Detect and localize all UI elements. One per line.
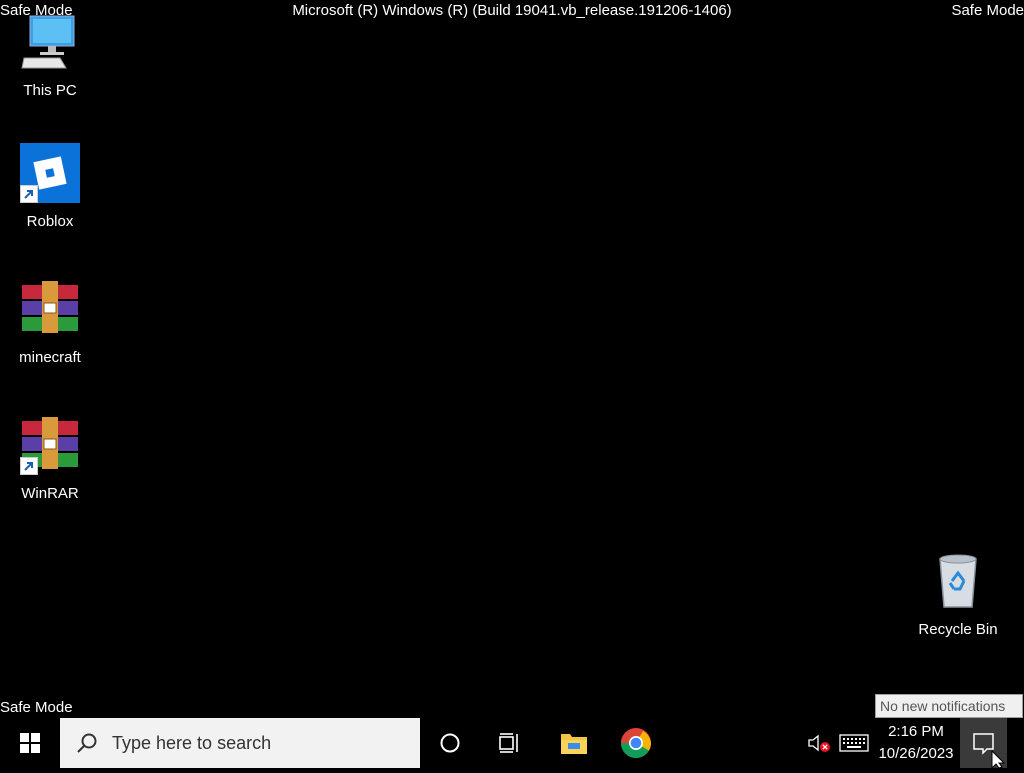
keyboard-icon bbox=[839, 734, 869, 752]
windows-logo-icon bbox=[20, 733, 40, 753]
volume-button[interactable] bbox=[804, 718, 834, 768]
desktop-icon-label: Roblox bbox=[26, 213, 74, 230]
desktop-icon-label: minecraft bbox=[19, 349, 81, 366]
build-info-label: Microsoft (R) Windows (R) (Build 19041.v… bbox=[292, 2, 732, 19]
file-explorer-icon bbox=[561, 734, 587, 754]
cortana-icon bbox=[440, 733, 460, 753]
safe-mode-label-bottom-left: Safe Mode bbox=[0, 699, 73, 716]
winrar-archive-icon bbox=[20, 279, 80, 339]
taskbar: 2:16 PM 10/26/2023 bbox=[0, 718, 1024, 768]
cortana-button[interactable] bbox=[420, 718, 480, 768]
shortcut-arrow-icon bbox=[20, 457, 38, 475]
desktop-icon-label: This PC bbox=[23, 82, 77, 99]
search-box[interactable] bbox=[60, 718, 420, 768]
clock[interactable]: 2:16 PM 10/26/2023 bbox=[872, 718, 960, 768]
desktop-icon-this-pc[interactable]: This PC bbox=[8, 12, 92, 99]
safe-mode-label-top-right: Safe Mode bbox=[951, 2, 1024, 19]
winrar-icon bbox=[20, 415, 80, 475]
desktop-icon-label: WinRAR bbox=[21, 485, 79, 502]
action-center-button[interactable] bbox=[960, 718, 1007, 770]
touch-keyboard-button[interactable] bbox=[836, 718, 872, 768]
mouse-cursor-icon bbox=[991, 749, 1006, 770]
clock-date: 10/26/2023 bbox=[878, 745, 954, 762]
roblox-icon bbox=[20, 143, 80, 203]
desktop-icon-recycle-bin[interactable]: Recycle Bin bbox=[916, 551, 1000, 638]
desktop-icon-winrar[interactable]: WinRAR bbox=[8, 415, 92, 502]
desktop-icon-minecraft[interactable]: minecraft bbox=[8, 279, 92, 366]
notification-tooltip: No new notifications bbox=[875, 694, 1023, 718]
notification-icon bbox=[973, 733, 1006, 770]
speaker-muted-icon bbox=[808, 734, 830, 752]
chrome-button[interactable] bbox=[606, 718, 666, 768]
start-button[interactable] bbox=[0, 718, 60, 768]
desktop-icon-label: Recycle Bin bbox=[918, 621, 998, 638]
search-icon bbox=[77, 733, 97, 753]
search-input[interactable] bbox=[110, 731, 404, 755]
chrome-icon bbox=[621, 728, 651, 759]
recycle-bin-icon bbox=[928, 551, 988, 611]
desktop-icon-roblox[interactable]: Roblox bbox=[8, 143, 92, 230]
shortcut-arrow-icon bbox=[20, 185, 38, 203]
clock-time: 2:16 PM bbox=[888, 723, 944, 740]
task-view-button[interactable] bbox=[480, 718, 540, 768]
task-view-icon bbox=[499, 733, 518, 753]
computer-icon bbox=[20, 12, 80, 72]
file-explorer-button[interactable] bbox=[544, 718, 604, 768]
